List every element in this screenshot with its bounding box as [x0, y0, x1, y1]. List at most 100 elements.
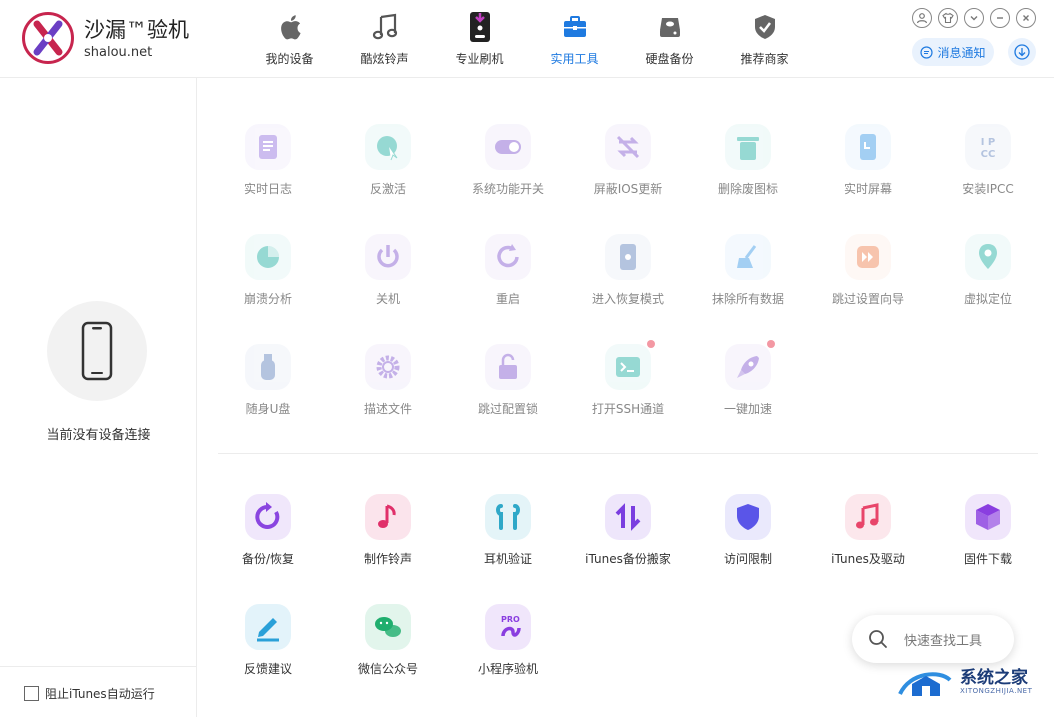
tool-screen[interactable]: 实时屏幕 [808, 124, 928, 197]
miniprogram-icon: PRO [485, 604, 531, 650]
itunes-icon [845, 494, 891, 540]
restart-icon [485, 234, 531, 280]
power-icon [365, 234, 411, 280]
tool-power[interactable]: 关机 [328, 234, 448, 307]
tool-skip[interactable]: 跳过设置向导 [808, 234, 928, 307]
tab-merchants[interactable]: 推荐商家 [717, 0, 812, 78]
tool-shield[interactable]: 访问限制 [688, 494, 808, 567]
location-pin-icon [965, 234, 1011, 280]
toolbox-icon [559, 10, 591, 44]
screen-icon [845, 124, 891, 170]
close-icon[interactable] [1016, 8, 1036, 28]
tool-terminal[interactable]: 打开SSH通道 [568, 340, 688, 417]
tool-ipcc[interactable]: I P CC 安装IPCC [928, 124, 1048, 197]
tool-wechat[interactable]: 微信公众号 [328, 604, 448, 677]
tab-tools[interactable]: 实用工具 [527, 0, 622, 78]
user-icon[interactable] [912, 8, 932, 28]
search-icon [869, 630, 887, 648]
watermark-text: 系统之家 [960, 668, 1028, 688]
tab-label: 推荐商家 [740, 52, 789, 66]
backup-icon [245, 494, 291, 540]
tab-ringtones[interactable]: 酷炫铃声 [337, 0, 432, 78]
tab-my-device[interactable]: 我的设备 [242, 0, 337, 78]
tool-label: 一键加速 [723, 402, 772, 416]
block-itunes-checkbox[interactable]: 阻止iTunes自动运行 [24, 685, 155, 702]
tool-label: 打开SSH通道 [591, 402, 665, 416]
tool-restart[interactable]: 重启 [448, 234, 568, 307]
tool-location-pin[interactable]: 虚拟定位 [928, 234, 1048, 307]
tool-transfer[interactable]: iTunes备份搬家 [568, 494, 688, 567]
phone-flash-icon [464, 10, 496, 44]
app-logo: 沙漏™验机 shalou.net [22, 12, 189, 64]
section-divider [218, 453, 1038, 454]
device-sidebar: 当前没有设备连接 阻止iTunes自动运行 [0, 78, 197, 717]
checkbox-box[interactable] [24, 686, 39, 701]
tool-backup[interactable]: 备份/恢复 [208, 494, 328, 567]
tool-trash[interactable]: 删除废图标 [688, 124, 808, 197]
tool-unlock[interactable]: 跳过配置锁 [448, 344, 568, 417]
tool-broom[interactable]: 抹除所有数据 [688, 234, 808, 307]
shield-icon [725, 494, 771, 540]
tool-block-update[interactable]: 屏蔽IOS更新 [568, 124, 688, 197]
tool-label: 跳过设置向导 [831, 292, 904, 306]
tool-deactivate[interactable]: 反激活 [328, 124, 448, 197]
tool-ringtone[interactable]: 制作铃声 [328, 494, 448, 567]
tool-label: 微信公众号 [357, 662, 418, 676]
chevron-down-icon[interactable] [964, 8, 984, 28]
tool-label: 固件下载 [963, 552, 1012, 566]
tool-label: 耳机验证 [483, 552, 532, 566]
tool-rocket[interactable]: 一键加速 [688, 340, 808, 417]
tool-label: 备份/恢复 [241, 552, 295, 566]
tool-label: 抹除所有数据 [711, 292, 784, 306]
pie-icon [245, 234, 291, 280]
tab-disk-backup[interactable]: 硬盘备份 [622, 0, 717, 78]
tool-label: 崩溃分析 [243, 292, 292, 306]
app-subtitle: shalou.net [84, 44, 153, 60]
ringtone-icon [365, 494, 411, 540]
tool-label: 删除废图标 [717, 182, 778, 196]
tool-label: 关机 [375, 292, 400, 306]
tool-toggle[interactable]: 系统功能开关 [448, 124, 568, 197]
tool-itunes[interactable]: iTunes及驱动 [808, 494, 928, 567]
broom-icon [725, 234, 771, 280]
usb-icon [245, 344, 291, 390]
tool-cube[interactable]: 固件下载 [928, 494, 1048, 567]
tool-gear[interactable]: 描述文件 [328, 344, 448, 417]
tab-label: 实用工具 [550, 52, 599, 66]
top-bar: 沙漏™验机 shalou.net 我的设备 酷炫铃声 专业刷机 实用工具 硬盘备… [0, 0, 1054, 78]
tool-label: 重启 [495, 292, 520, 306]
notification-label: 消息通知 [937, 45, 986, 60]
hard-disk-icon [654, 10, 686, 44]
tool-label: 屏蔽IOS更新 [593, 182, 663, 196]
shield-check-icon [749, 10, 781, 44]
download-button[interactable] [1008, 38, 1036, 66]
notification-button[interactable]: 消息通知 [912, 38, 994, 66]
search-placeholder: 快速查找工具 [904, 633, 983, 649]
tool-usb[interactable]: 随身U盘 [208, 344, 328, 417]
gear-icon [365, 344, 411, 390]
block-update-icon [605, 124, 651, 170]
skip-icon [845, 234, 891, 280]
checkbox-label: 阻止iTunes自动运行 [45, 687, 155, 701]
tool-label: 反激活 [369, 182, 406, 196]
tool-label: 系统功能开关 [471, 182, 544, 196]
tool-airpods[interactable]: 耳机验证 [448, 494, 568, 567]
airpods-icon [485, 494, 531, 540]
watermark-logo [898, 672, 952, 696]
tool-miniprogram[interactable]: PRO 小程序验机 [448, 604, 568, 677]
skin-shirt-icon[interactable] [938, 8, 958, 28]
quick-search-box[interactable]: 快速查找工具 [852, 615, 1014, 663]
tool-label: 制作铃声 [363, 552, 412, 566]
tool-recovery[interactable]: 进入恢复模式 [568, 234, 688, 307]
minimize-icon[interactable] [990, 8, 1010, 28]
tab-label: 酷炫铃声 [360, 52, 409, 66]
tool-label: 访问限制 [723, 552, 772, 566]
tab-flash[interactable]: 专业刷机 [432, 0, 527, 78]
new-badge [767, 340, 775, 348]
tool-log[interactable]: 实时日志 [208, 124, 328, 197]
site-watermark: 系统之家 XITONGZHIJIA.NET [896, 664, 1032, 700]
tool-label: 实时屏幕 [843, 182, 892, 196]
tool-label: 描述文件 [363, 402, 412, 416]
tool-pie[interactable]: 崩溃分析 [208, 234, 328, 307]
tool-pencil[interactable]: 反馈建议 [208, 604, 328, 677]
